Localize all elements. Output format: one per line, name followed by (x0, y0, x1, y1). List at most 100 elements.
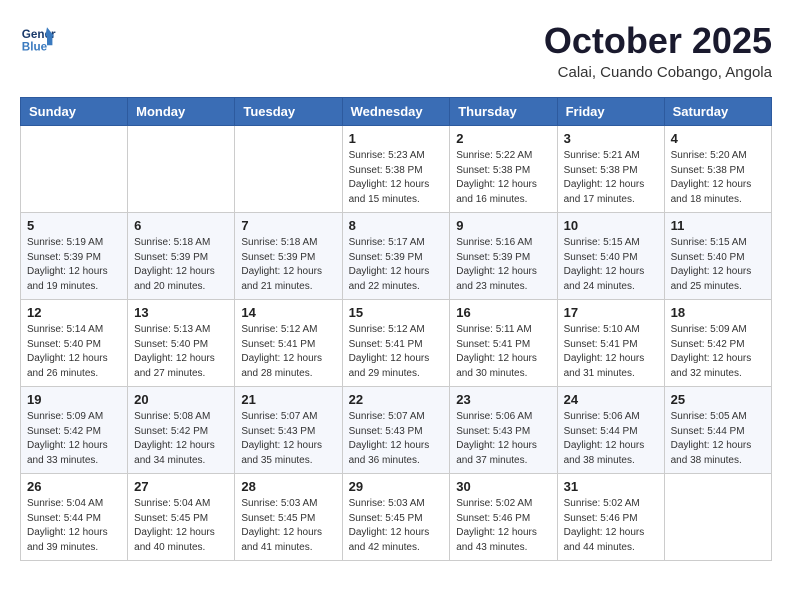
cell-content: Sunrise: 5:08 AMSunset: 5:42 PMDaylight:… (134, 410, 228, 468)
day-number: 9 (456, 218, 550, 233)
calendar-cell: 1 Sunrise: 5:23 AMSunset: 5:38 PMDaylight… (342, 126, 450, 213)
location: Calai, Cuando Cobango, Angola (544, 64, 772, 81)
month-title: October 2025 (544, 20, 772, 62)
day-number: 5 (27, 218, 121, 233)
cell-content: Sunrise: 5:21 AMSunset: 5:38 PMDaylight:… (564, 149, 658, 207)
day-number: 3 (564, 131, 658, 146)
cell-content: Sunrise: 5:06 AMSunset: 5:44 PMDaylight:… (564, 410, 658, 468)
day-number: 25 (671, 392, 765, 407)
weekday-header: Monday (128, 98, 235, 126)
day-number: 24 (564, 392, 658, 407)
calendar-table: SundayMondayTuesdayWednesdayThursdayFrid… (20, 97, 772, 561)
page-header: General Blue October 2025 Calai, Cuando … (20, 20, 772, 81)
calendar-cell: 23 Sunrise: 5:06 AMSunset: 5:43 PMDayligh… (450, 387, 557, 474)
cell-content: Sunrise: 5:04 AMSunset: 5:44 PMDaylight:… (27, 497, 121, 555)
calendar-cell: 16 Sunrise: 5:11 AMSunset: 5:41 PMDayligh… (450, 300, 557, 387)
cell-content: Sunrise: 5:15 AMSunset: 5:40 PMDaylight:… (564, 236, 658, 294)
day-number: 23 (456, 392, 550, 407)
calendar-cell (21, 126, 128, 213)
calendar-cell: 14Sunrise: 5:12 AMSunset: 5:41 PMDayligh… (235, 300, 342, 387)
day-number: 16 (456, 305, 550, 320)
cell-content: Sunrise: 5:20 AMSunset: 5:38 PMDaylight:… (671, 149, 765, 207)
weekday-header: Friday (557, 98, 664, 126)
day-number: 18 (671, 305, 765, 320)
day-number: 27 (134, 479, 228, 494)
cell-content: Sunrise: 5:03 AMSunset: 5:45 PMDaylight:… (241, 497, 335, 555)
cell-content: Sunrise: 5:06 AMSunset: 5:43 PMDaylight:… (456, 410, 550, 468)
svg-text:Blue: Blue (22, 41, 48, 54)
cell-content: Sunrise: 5:16 AMSunset: 5:39 PMDaylight:… (456, 236, 550, 294)
cell-content: Sunrise: 5:13 AMSunset: 5:40 PMDaylight:… (134, 323, 228, 381)
weekday-header: Thursday (450, 98, 557, 126)
calendar-cell: 2 Sunrise: 5:22 AMSunset: 5:38 PMDaylight… (450, 126, 557, 213)
calendar-cell: 28 Sunrise: 5:03 AMSunset: 5:45 PMDayligh… (235, 474, 342, 561)
calendar-cell: 11Sunrise: 5:15 AMSunset: 5:40 PMDayligh… (664, 213, 771, 300)
cell-content: Sunrise: 5:10 AMSunset: 5:41 PMDaylight:… (564, 323, 658, 381)
calendar-week-row: 19 Sunrise: 5:09 AMSunset: 5:42 PMDayligh… (21, 387, 772, 474)
calendar-cell: 17 Sunrise: 5:10 AMSunset: 5:41 PMDayligh… (557, 300, 664, 387)
calendar-cell: 6Sunrise: 5:18 AMSunset: 5:39 PMDaylight… (128, 213, 235, 300)
weekday-header: Sunday (21, 98, 128, 126)
day-number: 28 (241, 479, 335, 494)
cell-content: Sunrise: 5:14 AMSunset: 5:40 PMDaylight:… (27, 323, 121, 381)
calendar-cell: 20 Sunrise: 5:08 AMSunset: 5:42 PMDayligh… (128, 387, 235, 474)
day-number: 19 (27, 392, 121, 407)
day-number: 21 (241, 392, 335, 407)
cell-content: Sunrise: 5:07 AMSunset: 5:43 PMDaylight:… (241, 410, 335, 468)
cell-content: Sunrise: 5:09 AMSunset: 5:42 PMDaylight:… (671, 323, 765, 381)
calendar-cell: 25Sunrise: 5:05 AMSunset: 5:44 PMDayligh… (664, 387, 771, 474)
cell-content: Sunrise: 5:02 AMSunset: 5:46 PMDaylight:… (456, 497, 550, 555)
day-number: 10 (564, 218, 658, 233)
logo-icon: General Blue (20, 20, 56, 56)
calendar-cell (128, 126, 235, 213)
calendar-cell (664, 474, 771, 561)
calendar-cell: 19 Sunrise: 5:09 AMSunset: 5:42 PMDayligh… (21, 387, 128, 474)
calendar-week-row: 5 Sunrise: 5:19 AMSunset: 5:39 PMDaylight… (21, 213, 772, 300)
day-number: 12 (27, 305, 121, 320)
calendar-cell: 15Sunrise: 5:12 AMSunset: 5:41 PMDayligh… (342, 300, 450, 387)
day-number: 6 (134, 218, 228, 233)
calendar-cell: 5 Sunrise: 5:19 AMSunset: 5:39 PMDaylight… (21, 213, 128, 300)
calendar-cell: 13 Sunrise: 5:13 AMSunset: 5:40 PMDayligh… (128, 300, 235, 387)
calendar-cell: 30 Sunrise: 5:02 AMSunset: 5:46 PMDayligh… (450, 474, 557, 561)
cell-content: Sunrise: 5:19 AMSunset: 5:39 PMDaylight:… (27, 236, 121, 294)
calendar-cell (235, 126, 342, 213)
cell-content: Sunrise: 5:22 AMSunset: 5:38 PMDaylight:… (456, 149, 550, 207)
calendar-cell: 8 Sunrise: 5:17 AMSunset: 5:39 PMDaylight… (342, 213, 450, 300)
cell-content: Sunrise: 5:02 AMSunset: 5:46 PMDaylight:… (564, 497, 658, 555)
logo: General Blue (20, 20, 56, 56)
calendar-cell: 26 Sunrise: 5:04 AMSunset: 5:44 PMDayligh… (21, 474, 128, 561)
cell-content: Sunrise: 5:09 AMSunset: 5:42 PMDaylight:… (27, 410, 121, 468)
calendar-cell: 24 Sunrise: 5:06 AMSunset: 5:44 PMDayligh… (557, 387, 664, 474)
day-number: 8 (349, 218, 444, 233)
calendar-cell: 31 Sunrise: 5:02 AMSunset: 5:46 PMDayligh… (557, 474, 664, 561)
cell-content: Sunrise: 5:17 AMSunset: 5:39 PMDaylight:… (349, 236, 444, 294)
day-number: 11 (671, 218, 765, 233)
calendar-week-row: 12 Sunrise: 5:14 AMSunset: 5:40 PMDayligh… (21, 300, 772, 387)
cell-content: Sunrise: 5:11 AMSunset: 5:41 PMDaylight:… (456, 323, 550, 381)
day-number: 26 (27, 479, 121, 494)
calendar-cell: 18 Sunrise: 5:09 AMSunset: 5:42 PMDayligh… (664, 300, 771, 387)
calendar-week-row: 26 Sunrise: 5:04 AMSunset: 5:44 PMDayligh… (21, 474, 772, 561)
calendar-week-row: 1 Sunrise: 5:23 AMSunset: 5:38 PMDaylight… (21, 126, 772, 213)
calendar-cell: 3 Sunrise: 5:21 AMSunset: 5:38 PMDaylight… (557, 126, 664, 213)
day-number: 30 (456, 479, 550, 494)
calendar-cell: 12 Sunrise: 5:14 AMSunset: 5:40 PMDayligh… (21, 300, 128, 387)
day-number: 15 (349, 305, 444, 320)
weekday-header: Saturday (664, 98, 771, 126)
day-number: 2 (456, 131, 550, 146)
day-number: 13 (134, 305, 228, 320)
cell-content: Sunrise: 5:23 AMSunset: 5:38 PMDaylight:… (349, 149, 444, 207)
day-number: 17 (564, 305, 658, 320)
calendar-cell: 9 Sunrise: 5:16 AMSunset: 5:39 PMDaylight… (450, 213, 557, 300)
calendar-cell: 27Sunrise: 5:04 AMSunset: 5:45 PMDayligh… (128, 474, 235, 561)
day-number: 7 (241, 218, 335, 233)
day-number: 1 (349, 131, 444, 146)
cell-content: Sunrise: 5:18 AMSunset: 5:39 PMDaylight:… (241, 236, 335, 294)
day-number: 20 (134, 392, 228, 407)
cell-content: Sunrise: 5:03 AMSunset: 5:45 PMDaylight:… (349, 497, 444, 555)
calendar-cell: 29 Sunrise: 5:03 AMSunset: 5:45 PMDayligh… (342, 474, 450, 561)
day-number: 31 (564, 479, 658, 494)
day-number: 29 (349, 479, 444, 494)
day-number: 14 (241, 305, 335, 320)
